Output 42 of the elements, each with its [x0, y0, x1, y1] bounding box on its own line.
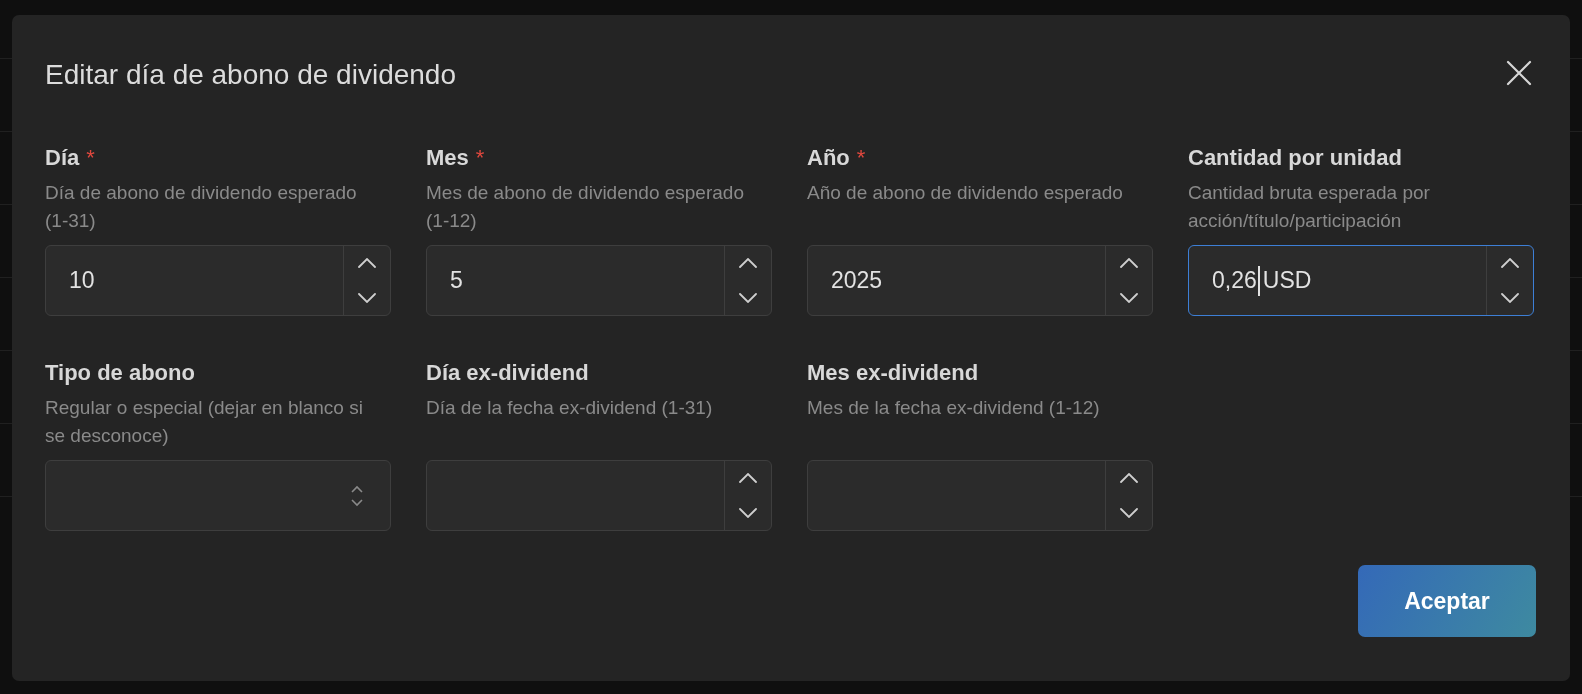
field-label: Tipo de abono — [45, 360, 195, 386]
help-text: Mes de la fecha ex-dividend (1-12) — [807, 396, 1101, 420]
required-asterisk: * — [856, 145, 866, 171]
chevron-down-icon[interactable] — [1501, 292, 1519, 303]
field-label: Día — [45, 145, 80, 171]
help-text: Cantidad bruta esperada por acción/título/participación — [1188, 181, 1431, 233]
chevron-up-icon[interactable] — [1120, 258, 1138, 269]
dialog-title: Editar día de abono de dividendo — [45, 59, 456, 91]
chevron-up-icon[interactable] — [739, 258, 757, 269]
field-label: Día ex-dividend — [426, 360, 589, 386]
up-down-chevron-icon — [350, 484, 364, 507]
chevron-down-icon[interactable] — [358, 292, 376, 303]
chevron-up-icon[interactable] — [358, 258, 376, 269]
close-icon[interactable] — [1506, 60, 1532, 86]
required-asterisk: * — [86, 145, 95, 171]
unit-suffix: USD — [1262, 267, 1312, 294]
help-text: Día de abono de dividendo esperado (1-31) — [45, 181, 358, 233]
number-field[interactable] — [807, 460, 1153, 531]
chevron-down-icon[interactable] — [739, 507, 757, 518]
field-label: Mes ex-dividend — [807, 360, 979, 386]
number-field[interactable]: 5 — [426, 245, 772, 316]
number-field[interactable]: 2025 — [807, 245, 1153, 316]
number-field[interactable]: 0,26 USD — [1188, 245, 1534, 316]
field-label: Año — [807, 145, 850, 171]
field-label: Mes — [426, 145, 469, 171]
required-asterisk: * — [475, 145, 485, 171]
chevron-down-icon[interactable] — [1120, 507, 1138, 518]
text-cursor — [1257, 265, 1260, 296]
number-field[interactable]: 10 — [45, 245, 391, 316]
select-field[interactable] — [45, 460, 391, 531]
help-text: Día de la fecha ex-dividend (1-31) — [426, 396, 714, 420]
field-label: Cantidad por unidad — [1188, 145, 1402, 171]
help-text: Regular o especial (dejar en blanco si se desconoce) — [45, 396, 364, 448]
chevron-up-icon[interactable] — [739, 473, 757, 484]
accept-button[interactable]: Aceptar — [1358, 565, 1536, 637]
help-text: Mes de abono de dividendo esperado (1-12) — [426, 181, 745, 233]
chevron-down-icon[interactable] — [1120, 292, 1138, 303]
help-text: Año de abono de dividendo esperado — [807, 181, 1124, 205]
chevron-up-icon[interactable] — [1120, 473, 1138, 484]
chevron-up-icon[interactable] — [1501, 258, 1519, 269]
chevron-down-icon[interactable] — [739, 292, 757, 303]
number-field[interactable] — [426, 460, 772, 531]
